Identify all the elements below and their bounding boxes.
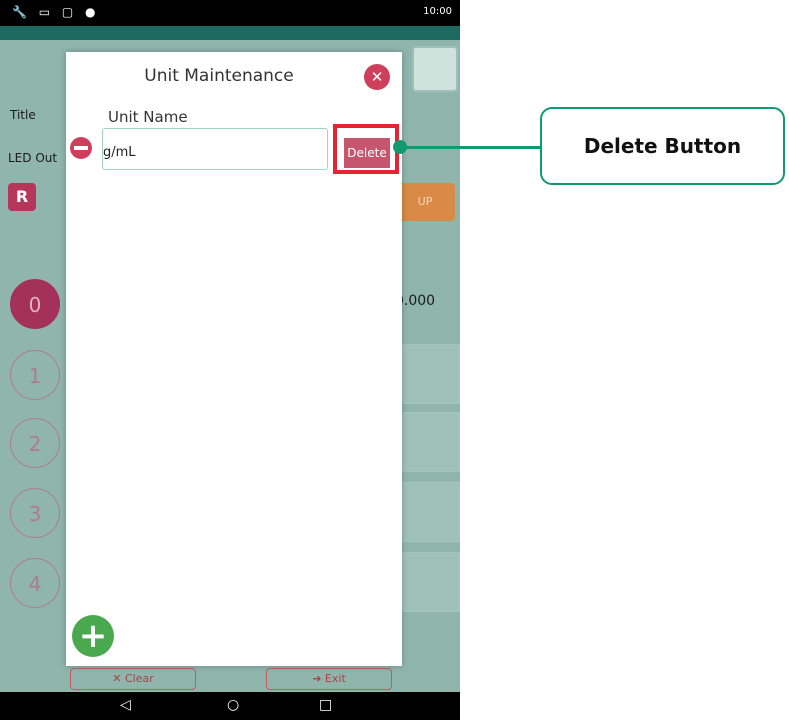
exit-button[interactable]: ➜ Exit	[266, 668, 392, 690]
status-time: 10:00	[423, 6, 452, 17]
back-icon[interactable]: ◁	[120, 697, 131, 713]
close-icon[interactable]: ✕	[364, 64, 390, 90]
add-unit-icon[interactable]: +	[72, 615, 114, 657]
clear-button[interactable]: ✕ Clear	[70, 668, 196, 690]
callout-connector	[402, 146, 542, 149]
channel-3[interactable]: 3	[10, 488, 60, 538]
status-icons-left: 🔧 ▭ ▢ ●	[12, 5, 100, 19]
bg-title-label: Title	[10, 108, 36, 122]
value-box	[392, 482, 460, 542]
recents-icon[interactable]: □	[319, 697, 332, 713]
chart-icon[interactable]	[412, 46, 458, 92]
app-bar	[0, 26, 460, 40]
dialog-title: Unit Maintenance	[144, 66, 294, 86]
status-bar: 🔧 ▭ ▢ ● 10:00	[0, 0, 460, 26]
device-screen: 🔧 ▭ ▢ ● 10:00 Title LED Out R UP 0 1 2 3…	[0, 0, 460, 720]
channel-0[interactable]: 0	[10, 279, 60, 329]
channel-2[interactable]: 2	[10, 418, 60, 468]
value-box	[392, 344, 460, 404]
channel-1[interactable]: 1	[10, 350, 60, 400]
delete-highlight-box	[333, 124, 399, 174]
value-box	[392, 412, 460, 472]
home-icon[interactable]: ○	[227, 697, 239, 713]
value-box	[392, 552, 460, 612]
bg-orange-button[interactable]: UP	[395, 183, 455, 221]
remove-row-icon[interactable]	[70, 137, 92, 159]
bg-r-button[interactable]: R	[8, 183, 36, 211]
unit-name-input[interactable]: g/mL	[102, 128, 328, 170]
callout-dot	[393, 140, 407, 154]
bg-led-label: LED Out	[8, 151, 58, 165]
unit-name-header: Unit Name	[108, 108, 188, 126]
channel-4[interactable]: 4	[10, 558, 60, 608]
nav-bar: ◁ ○ □	[0, 692, 460, 720]
callout-label: Delete Button	[540, 107, 785, 185]
